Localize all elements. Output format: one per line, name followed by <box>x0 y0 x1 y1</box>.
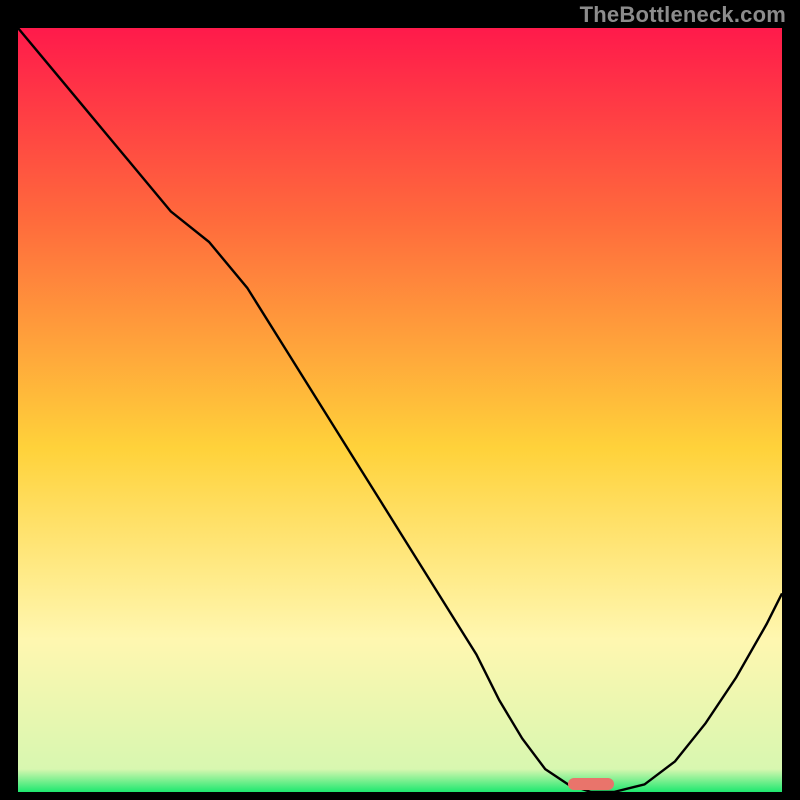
chart-background <box>18 28 782 792</box>
optimal-marker <box>568 778 614 790</box>
bottleneck-chart <box>18 28 782 792</box>
chart-frame <box>18 28 782 792</box>
watermark-text: TheBottleneck.com <box>580 2 786 28</box>
